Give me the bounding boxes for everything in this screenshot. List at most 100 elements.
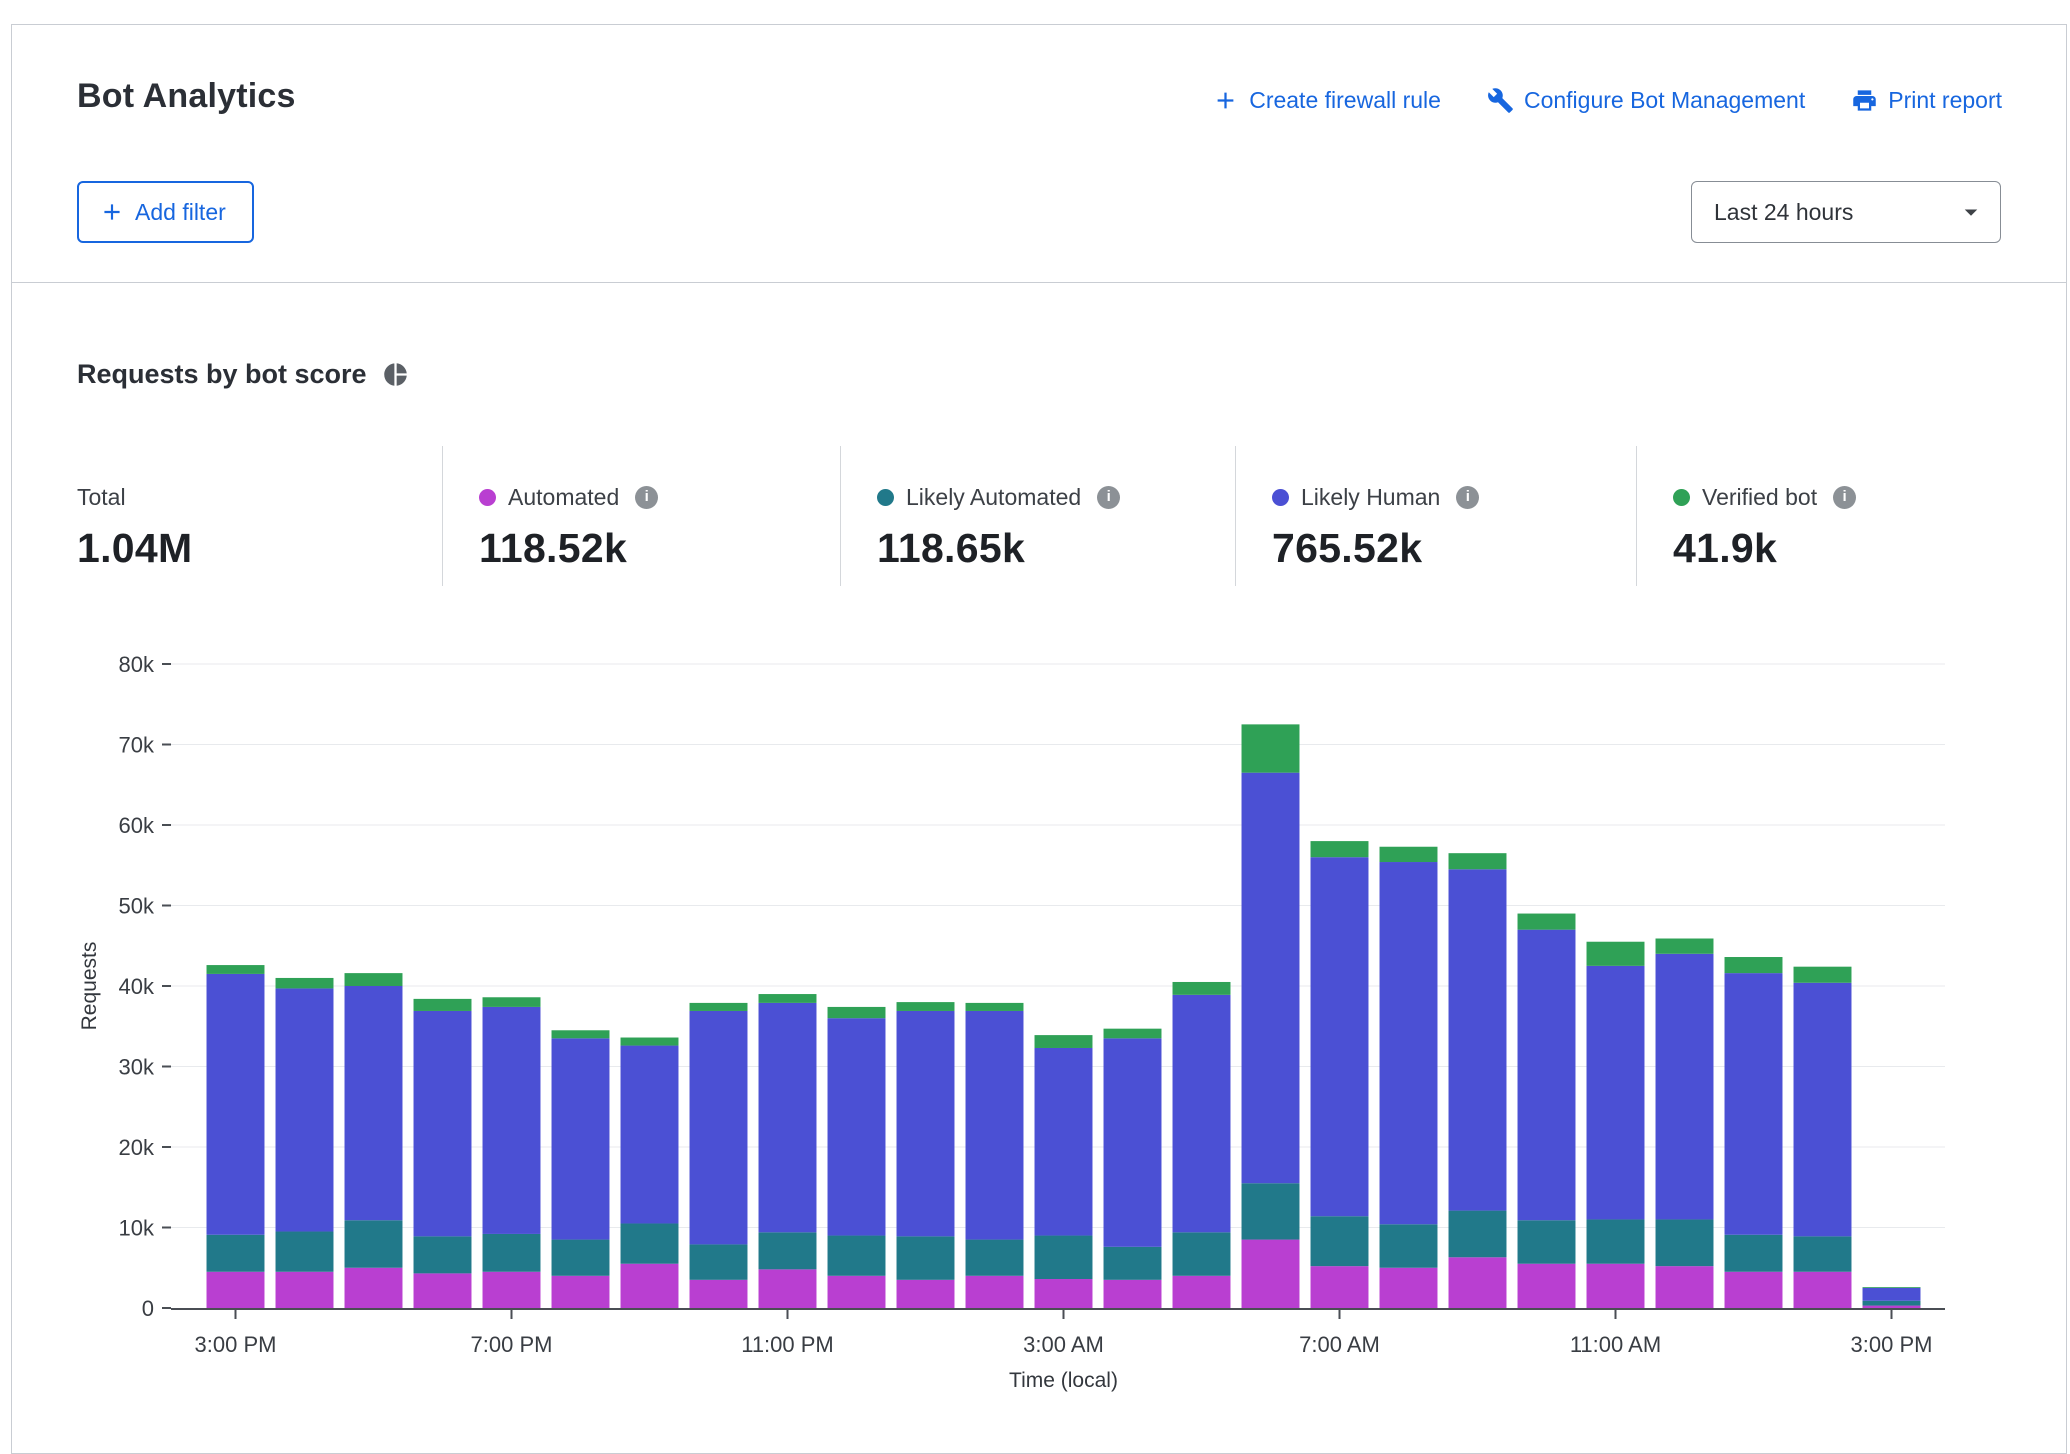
bar-11-likely-automated[interactable] xyxy=(966,1240,1024,1276)
bar-0-automated[interactable] xyxy=(207,1272,265,1308)
configure-bot-management-link[interactable]: Configure Bot Management xyxy=(1487,87,1805,114)
bar-16-automated[interactable] xyxy=(1311,1266,1369,1308)
bar-17-likely-human[interactable] xyxy=(1380,862,1438,1224)
bar-12-likely-human[interactable] xyxy=(1035,1048,1093,1236)
bar-17-verified-bot[interactable] xyxy=(1380,847,1438,862)
info-icon[interactable]: i xyxy=(635,486,658,509)
bar-13-automated[interactable] xyxy=(1104,1280,1162,1308)
bar-20-automated[interactable] xyxy=(1587,1264,1645,1308)
bar-8-likely-automated[interactable] xyxy=(759,1232,817,1269)
bar-4-likely-human[interactable] xyxy=(483,1007,541,1234)
bar-23-likely-automated[interactable] xyxy=(1794,1236,1852,1271)
bar-9-likely-human[interactable] xyxy=(828,1018,886,1235)
bar-4-automated[interactable] xyxy=(483,1272,541,1308)
bar-21-verified-bot[interactable] xyxy=(1656,939,1714,954)
bar-7-likely-automated[interactable] xyxy=(690,1244,748,1279)
bar-15-likely-human[interactable] xyxy=(1242,773,1300,1184)
bar-12-verified-bot[interactable] xyxy=(1035,1035,1093,1048)
bar-5-likely-human[interactable] xyxy=(552,1038,610,1239)
bar-0-likely-automated[interactable] xyxy=(207,1235,265,1272)
bar-20-likely-automated[interactable] xyxy=(1587,1219,1645,1263)
bar-5-verified-bot[interactable] xyxy=(552,1030,610,1038)
bar-21-likely-human[interactable] xyxy=(1656,954,1714,1220)
bar-7-verified-bot[interactable] xyxy=(690,1003,748,1011)
bar-23-likely-human[interactable] xyxy=(1794,983,1852,1237)
bar-4-verified-bot[interactable] xyxy=(483,997,541,1007)
info-icon[interactable]: i xyxy=(1833,486,1856,509)
bar-13-verified-bot[interactable] xyxy=(1104,1029,1162,1039)
bar-10-automated[interactable] xyxy=(897,1280,955,1308)
bar-1-verified-bot[interactable] xyxy=(276,978,334,988)
time-range-select[interactable]: Last 24 hours xyxy=(1691,181,2001,243)
info-icon[interactable]: i xyxy=(1456,486,1479,509)
bar-18-verified-bot[interactable] xyxy=(1449,853,1507,869)
bar-3-likely-automated[interactable] xyxy=(414,1236,472,1273)
bar-24-verified-bot[interactable] xyxy=(1863,1287,1921,1288)
bar-16-likely-human[interactable] xyxy=(1311,857,1369,1216)
bar-4-likely-automated[interactable] xyxy=(483,1234,541,1272)
bar-14-verified-bot[interactable] xyxy=(1173,982,1231,995)
bar-19-likely-automated[interactable] xyxy=(1518,1220,1576,1263)
bar-5-automated[interactable] xyxy=(552,1276,610,1308)
bar-18-likely-automated[interactable] xyxy=(1449,1211,1507,1258)
bar-1-automated[interactable] xyxy=(276,1272,334,1308)
bar-1-likely-human[interactable] xyxy=(276,988,334,1231)
bar-22-likely-automated[interactable] xyxy=(1725,1235,1783,1272)
bar-1-likely-automated[interactable] xyxy=(276,1232,334,1272)
bar-24-likely-human[interactable] xyxy=(1863,1288,1921,1301)
bar-11-automated[interactable] xyxy=(966,1276,1024,1308)
bar-6-automated[interactable] xyxy=(621,1264,679,1308)
bar-9-likely-automated[interactable] xyxy=(828,1236,886,1276)
bar-8-automated[interactable] xyxy=(759,1269,817,1308)
bar-22-verified-bot[interactable] xyxy=(1725,957,1783,973)
bar-14-likely-human[interactable] xyxy=(1173,995,1231,1232)
print-report-link[interactable]: Print report xyxy=(1851,87,2002,114)
bar-0-verified-bot[interactable] xyxy=(207,965,265,974)
bar-22-likely-human[interactable] xyxy=(1725,973,1783,1235)
bar-8-verified-bot[interactable] xyxy=(759,994,817,1003)
bar-8-likely-human[interactable] xyxy=(759,1003,817,1232)
bar-12-likely-automated[interactable] xyxy=(1035,1236,1093,1279)
bar-13-likely-human[interactable] xyxy=(1104,1038,1162,1246)
bar-23-automated[interactable] xyxy=(1794,1272,1852,1308)
bar-9-verified-bot[interactable] xyxy=(828,1007,886,1018)
bar-24-likely-automated[interactable] xyxy=(1863,1301,1921,1306)
bar-2-automated[interactable] xyxy=(345,1268,403,1308)
bar-2-likely-automated[interactable] xyxy=(345,1220,403,1267)
bar-22-automated[interactable] xyxy=(1725,1272,1783,1308)
bar-15-verified-bot[interactable] xyxy=(1242,724,1300,772)
add-filter-button[interactable]: Add filter xyxy=(77,181,254,243)
bar-10-likely-human[interactable] xyxy=(897,1011,955,1236)
bar-15-automated[interactable] xyxy=(1242,1240,1300,1308)
bar-23-verified-bot[interactable] xyxy=(1794,967,1852,983)
bar-10-verified-bot[interactable] xyxy=(897,1002,955,1011)
bar-20-verified-bot[interactable] xyxy=(1587,942,1645,966)
bar-18-automated[interactable] xyxy=(1449,1257,1507,1308)
bar-6-verified-bot[interactable] xyxy=(621,1038,679,1046)
bar-20-likely-human[interactable] xyxy=(1587,966,1645,1220)
bar-0-likely-human[interactable] xyxy=(207,974,265,1235)
bar-9-automated[interactable] xyxy=(828,1276,886,1308)
bar-19-verified-bot[interactable] xyxy=(1518,914,1576,930)
bar-6-likely-human[interactable] xyxy=(621,1046,679,1224)
create-firewall-rule-link[interactable]: Create firewall rule xyxy=(1212,87,1441,114)
bar-6-likely-automated[interactable] xyxy=(621,1223,679,1263)
bar-17-automated[interactable] xyxy=(1380,1268,1438,1308)
bar-5-likely-automated[interactable] xyxy=(552,1240,610,1276)
info-icon[interactable]: i xyxy=(1097,486,1120,509)
bar-3-verified-bot[interactable] xyxy=(414,999,472,1011)
bar-19-likely-human[interactable] xyxy=(1518,930,1576,1221)
bar-21-likely-automated[interactable] xyxy=(1656,1219,1714,1266)
bar-2-likely-human[interactable] xyxy=(345,986,403,1220)
bar-24-automated[interactable] xyxy=(1863,1306,1921,1308)
bar-19-automated[interactable] xyxy=(1518,1264,1576,1308)
bar-18-likely-human[interactable] xyxy=(1449,869,1507,1210)
bar-14-likely-automated[interactable] xyxy=(1173,1232,1231,1275)
bar-2-verified-bot[interactable] xyxy=(345,973,403,986)
bar-16-likely-automated[interactable] xyxy=(1311,1216,1369,1266)
bar-14-automated[interactable] xyxy=(1173,1276,1231,1308)
bar-15-likely-automated[interactable] xyxy=(1242,1183,1300,1239)
bar-11-likely-human[interactable] xyxy=(966,1011,1024,1240)
bar-11-verified-bot[interactable] xyxy=(966,1003,1024,1011)
bar-13-likely-automated[interactable] xyxy=(1104,1247,1162,1280)
